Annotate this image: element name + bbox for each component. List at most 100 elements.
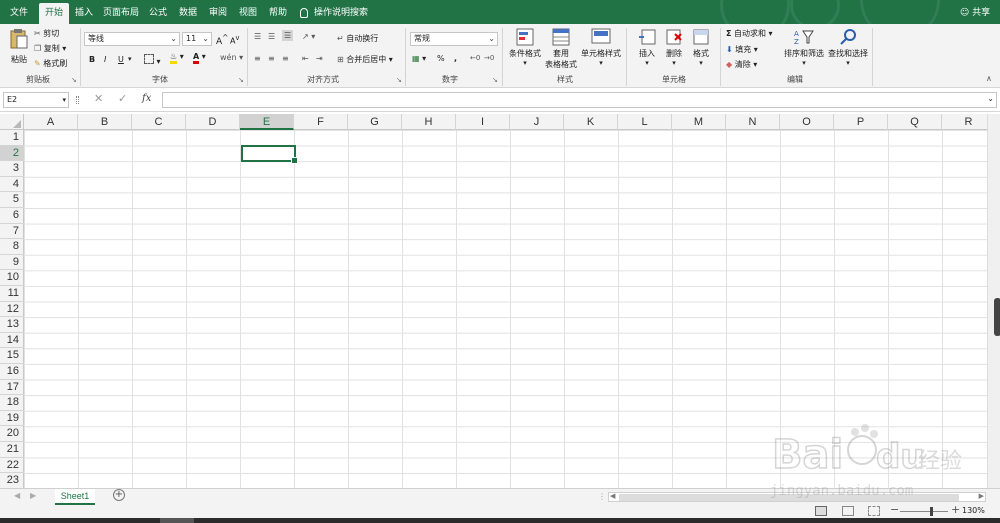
formula-bar-grip[interactable] (76, 96, 79, 104)
clear-button[interactable]: ◆ 清除 ▾ (726, 59, 757, 70)
align-left-button[interactable]: ≡ (254, 54, 261, 63)
borders-button[interactable]: ▾ (144, 54, 161, 66)
italic-button[interactable]: I (104, 55, 106, 64)
bold-button[interactable]: B (89, 55, 95, 64)
scroll-split-grip[interactable]: ⋮ (598, 492, 606, 501)
tab-insert[interactable]: 插入 (70, 0, 98, 24)
underline-button[interactable]: U (118, 55, 124, 64)
enter-icon[interactable]: ✓ (118, 92, 127, 105)
page-break-view-icon[interactable] (868, 506, 880, 516)
tab-home[interactable]: 开始 (39, 3, 69, 24)
number-format-combo[interactable]: 常规 ⌄ (410, 32, 498, 46)
row-header-5[interactable]: 5 (0, 192, 24, 208)
prev-sheet-icon[interactable]: ◀ (14, 491, 20, 500)
align-center-button[interactable]: ≡ (268, 54, 275, 63)
font-launcher-icon[interactable]: ↘ (238, 76, 244, 84)
row-header-20[interactable]: 20 (0, 426, 24, 442)
shrink-font-button[interactable]: Av (230, 34, 239, 46)
column-header-o[interactable]: O (780, 114, 834, 130)
row-header-17[interactable]: 17 (0, 380, 24, 396)
formula-input[interactable]: ⌄ (162, 92, 997, 108)
sort-filter-button[interactable]: AZ 排序和筛选 ▾ (782, 28, 826, 67)
chevron-down-icon[interactable]: ⌄ (987, 94, 994, 103)
wrap-text-button[interactable]: ↵ 自动换行 (337, 33, 378, 44)
row-header-16[interactable]: 16 (0, 364, 24, 380)
select-all-corner[interactable] (0, 114, 24, 130)
column-header-g[interactable]: G (348, 114, 402, 130)
row-header-12[interactable]: 12 (0, 302, 24, 318)
zoom-in-icon[interactable]: + (951, 503, 960, 516)
row-header-11[interactable]: 11 (0, 286, 24, 302)
merge-center-button[interactable]: ⊞ 合并后居中 ▾ (337, 54, 393, 65)
share-button[interactable]: ☺ 共享 (955, 0, 995, 24)
decrease-decimal-button[interactable]: →0 (484, 54, 494, 62)
row-header-23[interactable]: 23 (0, 473, 24, 489)
paste-button[interactable]: 粘贴 (6, 28, 32, 70)
alignment-launcher-icon[interactable]: ↘ (396, 76, 402, 84)
column-header-p[interactable]: P (834, 114, 888, 130)
scroll-left-icon[interactable]: ◀ (610, 492, 615, 500)
font-color-button[interactable]: A ▾ (193, 52, 206, 64)
tab-data[interactable]: 数据 (174, 0, 202, 24)
zoom-slider-thumb[interactable] (930, 507, 933, 516)
name-box[interactable]: E2 ▾ (3, 92, 69, 108)
conditional-formatting-button[interactable]: 条件格式 ▾ (508, 28, 542, 67)
column-header-f[interactable]: F (294, 114, 348, 130)
format-painter-button[interactable]: ✎ 格式刷 (34, 58, 67, 69)
row-header-14[interactable]: 14 (0, 333, 24, 349)
row-header-21[interactable]: 21 (0, 442, 24, 458)
row-header-6[interactable]: 6 (0, 208, 24, 224)
orientation-button[interactable]: ↗ ▾ (302, 32, 315, 41)
column-header-b[interactable]: B (78, 114, 132, 130)
scroll-right-icon[interactable]: ▶ (979, 492, 984, 500)
row-header-4[interactable]: 4 (0, 177, 24, 193)
tab-review[interactable]: 审阅 (204, 0, 232, 24)
row-header-2[interactable]: 2 (0, 145, 24, 162)
find-select-button[interactable]: 查找和选择 ▾ (826, 28, 870, 67)
zoom-slider[interactable] (900, 507, 948, 516)
row-header-15[interactable]: 15 (0, 348, 24, 364)
comma-button[interactable]: , (454, 54, 457, 63)
normal-view-icon[interactable] (815, 506, 827, 516)
phonetic-button[interactable]: wén ▾ (220, 53, 243, 62)
tell-me-search[interactable]: 操作说明搜索 (298, 0, 370, 24)
increase-decimal-button[interactable]: ←0 (470, 54, 480, 62)
column-header-c[interactable]: C (132, 114, 186, 130)
row-header-7[interactable]: 7 (0, 224, 24, 240)
column-header-n[interactable]: N (726, 114, 780, 130)
zoom-level[interactable]: 130% (962, 506, 985, 515)
row-header-8[interactable]: 8 (0, 239, 24, 255)
align-bottom-button[interactable]: ☰ (282, 30, 294, 41)
column-header-r[interactable]: R (942, 114, 987, 130)
vertical-scrollbar[interactable] (987, 114, 1000, 489)
scroll-thumb[interactable] (994, 298, 1000, 336)
sheet-tab[interactable]: Sheet1 (55, 489, 95, 505)
cell-styles-button[interactable]: 单元格样式 ▾ (581, 28, 621, 67)
align-top-button[interactable]: ☰ (254, 32, 261, 41)
tab-view[interactable]: 视图 (234, 0, 262, 24)
row-header-9[interactable]: 9 (0, 255, 24, 271)
column-header-k[interactable]: K (564, 114, 618, 130)
column-header-h[interactable]: H (402, 114, 456, 130)
fill-button[interactable]: ⬇ 填充 ▾ (726, 44, 758, 55)
add-sheet-icon[interactable]: + (113, 489, 125, 501)
row-header-19[interactable]: 19 (0, 411, 24, 427)
align-right-button[interactable]: ≡ (282, 54, 289, 63)
page-layout-view-icon[interactable] (842, 506, 854, 516)
underline-dropdown[interactable]: ▾ (128, 55, 132, 63)
font-size-combo[interactable]: 11 ⌄ (182, 32, 212, 46)
zoom-out-icon[interactable]: − (890, 503, 899, 516)
column-header-e[interactable]: E (240, 114, 294, 130)
cut-button[interactable]: ✂ 剪切 (34, 28, 59, 39)
row-header-3[interactable]: 3 (0, 161, 24, 177)
row-header-22[interactable]: 22 (0, 458, 24, 474)
fill-color-button[interactable]: ♨ ▾ (170, 52, 184, 64)
percent-button[interactable]: % (437, 54, 445, 63)
column-header-j[interactable]: J (510, 114, 564, 130)
grow-font-button[interactable]: A^ (216, 33, 228, 47)
next-sheet-icon[interactable]: ▶ (30, 491, 36, 500)
font-name-combo[interactable]: 等线 ⌄ (84, 32, 180, 46)
delete-cells-button[interactable]: 删除 ▾ (663, 28, 685, 67)
insert-cells-button[interactable]: 插入 ▾ (636, 28, 658, 67)
number-launcher-icon[interactable]: ↘ (492, 76, 498, 84)
